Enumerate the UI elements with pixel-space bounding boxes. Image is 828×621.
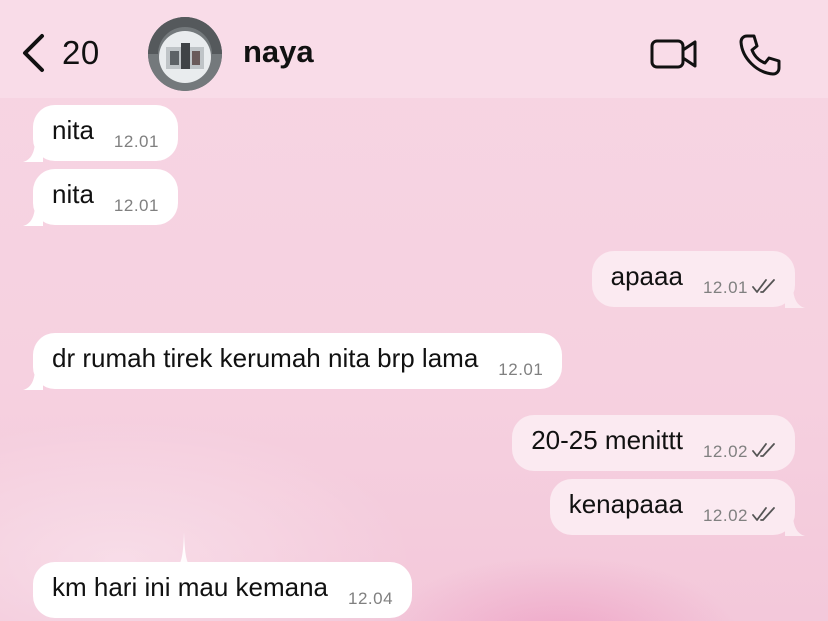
message-bubble-outgoing[interactable]: apaaa 12.01 [591,251,805,308]
message-bubble-incoming[interactable]: nita 12.01 [23,169,178,226]
video-call-button[interactable] [650,36,698,72]
double-check-icon [752,506,776,527]
chevron-left-icon [20,33,46,73]
message-bubble-incoming[interactable]: nita 12.01 [23,105,178,162]
bubble-tail [23,140,43,162]
contact-name[interactable]: naya [243,34,314,70]
bubble-tail [23,204,43,226]
bubble-tail [23,368,43,390]
message-text: nita [52,178,94,209]
message-time: 12.02 [702,506,748,525]
double-check-icon [752,442,776,463]
bubble-tail [785,286,805,308]
message-time: 12.01 [113,132,159,151]
voice-call-button[interactable] [738,33,782,77]
video-camera-icon [650,39,698,76]
unread-count: 20 [62,34,100,71]
message-bubble-incoming[interactable]: dr rumah tirek kerumah nita brp lama 12.… [23,333,563,390]
message-time: 12.01 [113,196,159,215]
back-button[interactable]: 20 [20,28,100,78]
message-text: nita [52,114,94,145]
chat-header: 20 naya [0,0,828,98]
message-text: kenapaaa [568,488,683,519]
message-text: dr rumah tirek kerumah nita brp lama [52,342,479,373]
message-bubble-incoming[interactable]: km hari ini mau kemana 12.04 [33,562,413,618]
double-check-icon [752,278,776,299]
message-time: 12.02 [702,442,748,461]
message-bubble-outgoing[interactable]: 20-25 menittt 12.02 [512,415,795,471]
message-text: 20-25 menittt [531,424,683,455]
message-time: 12.01 [498,360,544,379]
bubble-tail [785,514,805,536]
avatar[interactable] [148,17,222,91]
message-text: km hari ini mau kemana [52,571,328,602]
message-time: 12.01 [702,278,748,297]
message-time: 12.04 [348,589,394,608]
phone-icon [738,34,782,81]
message-bubble-outgoing[interactable]: kenapaaa 12.02 [549,479,805,536]
message-text: apaaa [610,260,683,291]
